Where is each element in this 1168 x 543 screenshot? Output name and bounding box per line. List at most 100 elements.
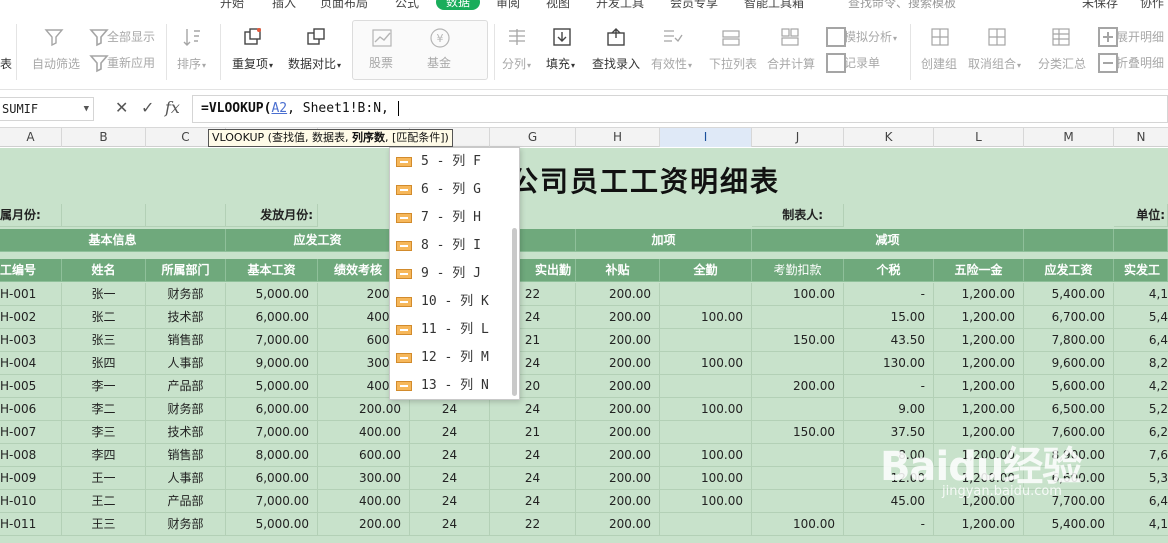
cell-attendance-deduction[interactable] [752,352,844,375]
cell-employee-id[interactable]: H-002 [0,306,62,329]
cell-attendance[interactable]: 24 [490,444,576,467]
cell-net-pay[interactable]: 6,4 [1114,490,1168,513]
column-header-k[interactable]: K [844,128,934,147]
cell-base-salary[interactable]: 7,000.00 [226,421,318,444]
cell-base-salary[interactable]: 9,000.00 [226,352,318,375]
cell-base-salary[interactable]: 6,000.00 [226,467,318,490]
cell-attendance-deduction[interactable]: 100.00 [752,283,844,306]
cell-department[interactable]: 产品部 [146,375,226,398]
cell-subsidy[interactable]: 200.00 [576,329,660,352]
cell-subsidy[interactable]: 200.00 [576,513,660,536]
expand-detail-button[interactable]: 展开明细 [1116,28,1164,45]
column-header-j[interactable]: J [752,128,844,147]
record-sheet-button[interactable]: 记录单 [844,54,880,71]
menu-review[interactable]: 审阅 [496,0,520,10]
dropdown-option[interactable]: 9 - 列 J [396,264,481,284]
cell-col-f[interactable]: 24 [410,444,490,467]
dropdown-list-button[interactable]: 下拉列表 [709,55,757,72]
fill-button[interactable]: 填充▾ [546,55,575,72]
simulate-button[interactable]: 模拟分析▾ [844,28,897,45]
cell-subsidy[interactable]: 200.00 [576,306,660,329]
cell-name[interactable]: 王二 [62,490,146,513]
reapply-button[interactable]: 重新应用 [107,54,155,71]
cell-employee-id[interactable]: H-008 [0,444,62,467]
cell-full-attendance[interactable] [660,329,752,352]
cell-attendance-deduction[interactable] [752,490,844,513]
cell-attendance-deduction[interactable]: 100.00 [752,513,844,536]
cell-subsidy[interactable]: 200.00 [576,421,660,444]
validity-button[interactable]: 有效性▾ [651,55,692,72]
cell-name[interactable]: 张一 [62,283,146,306]
cell-net-pay[interactable]: 8,2 [1114,352,1168,375]
name-box[interactable]: SUMIF ▼ [0,97,94,121]
menu-member[interactable]: 会员专享 [670,0,718,10]
column-header-i[interactable]: I [660,128,752,147]
cell-employee-id[interactable]: H-009 [0,467,62,490]
chevron-down-icon[interactable]: ▼ [84,98,89,120]
cell-col-f[interactable]: 24 [410,467,490,490]
cell-net-pay[interactable]: 5,3 [1114,467,1168,490]
column-header-a[interactable]: A [0,128,62,147]
cell-name[interactable]: 李二 [62,398,146,421]
cell-department[interactable]: 技术部 [146,421,226,444]
cell-gross-pay[interactable]: 9,600.00 [1024,352,1114,375]
cell-subsidy[interactable]: 200.00 [576,283,660,306]
cell-col-f[interactable]: 24 [410,513,490,536]
column-header-m[interactable]: M [1024,128,1114,147]
cell-department[interactable]: 产品部 [146,490,226,513]
dropdown-option[interactable]: 11 - 列 L [396,320,489,340]
consolidate-button[interactable]: 合并计算 [767,55,815,72]
cell-name[interactable]: 张二 [62,306,146,329]
cell-full-attendance[interactable]: 100.00 [660,398,752,421]
cell-income-tax[interactable]: 130.00 [844,352,934,375]
cell-social-insurance[interactable]: 1,200.00 [934,352,1024,375]
cell-full-attendance[interactable]: 100.00 [660,467,752,490]
show-all-button[interactable]: 全部显示 [107,28,155,45]
cell-department[interactable]: 销售部 [146,329,226,352]
cell-gross-pay[interactable]: 6,700.00 [1024,306,1114,329]
cell-name[interactable]: 张四 [62,352,146,375]
cell-base-salary[interactable]: 6,000.00 [226,398,318,421]
cell-full-attendance[interactable] [660,283,752,306]
cell-net-pay[interactable]: 4,1 [1114,283,1168,306]
cell-attendance[interactable]: 21 [490,421,576,444]
cell-department[interactable]: 技术部 [146,306,226,329]
cell-subsidy[interactable]: 200.00 [576,490,660,513]
cell-income-tax[interactable]: - [844,513,934,536]
cell-performance[interactable]: 400.00 [318,421,410,444]
cell-employee-id[interactable]: H-003 [0,329,62,352]
cancel-icon[interactable]: ✕ [115,98,128,117]
cell-attendance[interactable]: 24 [490,467,576,490]
auto-filter-button[interactable]: 自动筛选 [32,55,80,72]
cell-employee-id[interactable]: H-007 [0,421,62,444]
cell-social-insurance[interactable]: 1,200.00 [934,283,1024,306]
dropdown-option[interactable]: 6 - 列 G [396,180,481,200]
cell-gross-pay[interactable]: 7,800.00 [1024,329,1114,352]
column-header-l[interactable]: L [934,128,1024,147]
cell-department[interactable]: 人事部 [146,467,226,490]
cell-attendance-deduction[interactable] [752,398,844,421]
lookup-entry-button[interactable]: 查找录入 [592,55,640,72]
menu-page-layout[interactable]: 页面布局 [320,0,368,10]
cell-base-salary[interactable]: 5,000.00 [226,513,318,536]
dropdown-option[interactable]: 8 - 列 I [396,236,481,256]
sort-button[interactable]: 排序▾ [177,55,206,72]
cell-name[interactable]: 王一 [62,467,146,490]
column-header-g[interactable]: G [490,128,576,147]
cell-social-insurance[interactable]: 1,200.00 [934,513,1024,536]
cell-net-pay[interactable]: 5,4 [1114,306,1168,329]
cell-base-salary[interactable]: 5,000.00 [226,375,318,398]
cell-attendance-deduction[interactable] [752,444,844,467]
cell-base-salary[interactable]: 8,000.00 [226,444,318,467]
column-index-dropdown[interactable]: 5 - 列 F 6 - 列 G 7 - 列 H 8 - 列 I 9 - 列 J … [389,147,520,400]
command-search[interactable]: 查找命令、搜索模板 [848,0,956,10]
cell-attendance-deduction[interactable] [752,306,844,329]
cell-attendance-deduction[interactable]: 150.00 [752,421,844,444]
menu-developer[interactable]: 开发工具 [596,0,644,10]
menu-data[interactable]: 数据 [436,0,481,10]
cell-name[interactable]: 李一 [62,375,146,398]
cell-net-pay[interactable]: 5,2 [1114,398,1168,421]
cell-net-pay[interactable]: 4,2 [1114,375,1168,398]
cell-full-attendance[interactable]: 100.00 [660,490,752,513]
menu-start[interactable]: 开始 [220,0,244,10]
